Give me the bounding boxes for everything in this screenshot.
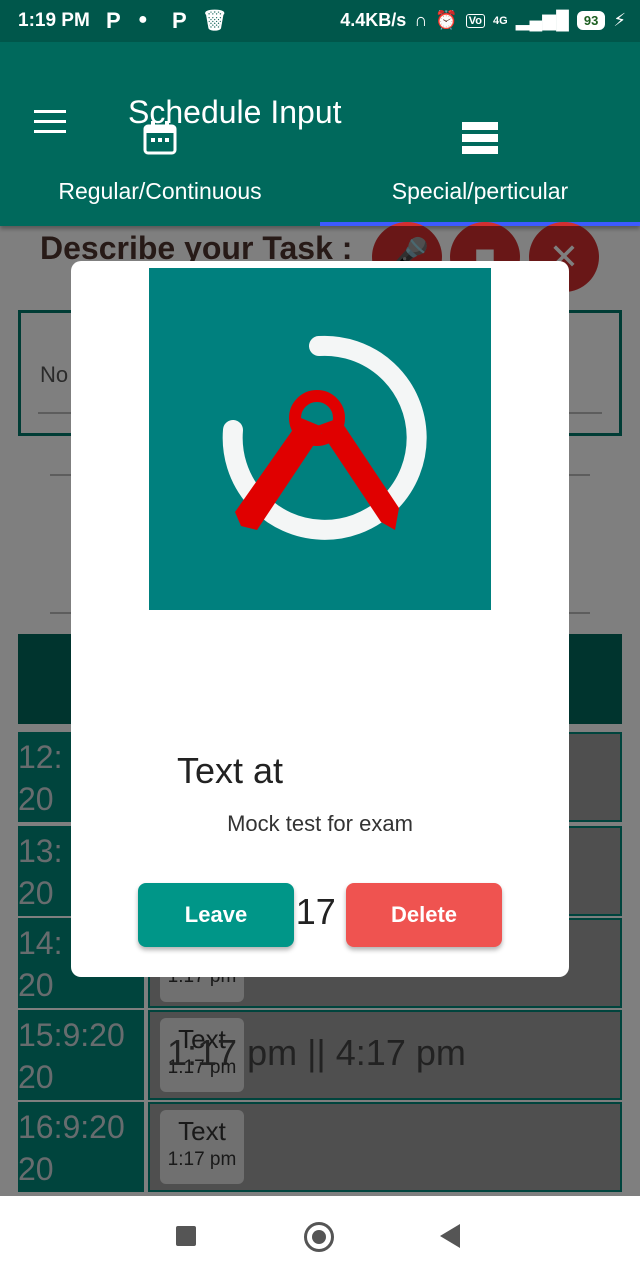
dialog-title-line3: 1:17 pm || 4:17 pm [167, 1032, 466, 1073]
battery-indicator: 93 [576, 11, 606, 30]
tab-regular-label: Regular/Continuous [58, 178, 262, 204]
delete-button[interactable]: Delete [346, 883, 502, 947]
app-logo [149, 268, 491, 610]
home-icon[interactable] [304, 1222, 334, 1252]
headphones-icon: ∩ [414, 10, 428, 30]
notification-p-icon-2: P [172, 8, 187, 33]
back-icon[interactable] [440, 1224, 460, 1248]
screen: 1:19 PM P ● P 🗑 4.4KB/s ∩ ⏰ Vo 4G ▂▄▆█ 9… [0, 0, 640, 1280]
status-bar: 1:19 PM P ● P 🗑 4.4KB/s ∩ ⏰ Vo 4G ▂▄▆█ 9… [0, 0, 640, 42]
recents-icon[interactable] [176, 1226, 196, 1246]
alarm-icon: ⏰ [435, 10, 458, 30]
system-nav-bar [0, 1196, 640, 1280]
app-bar: Schedule Input Regular/Continuous Specia… [0, 42, 640, 226]
task-dialog: Text at Time: 1:17 pm 1:17 pm || 4:17 pm… [71, 261, 569, 1073]
status-time: 1:19 PM [18, 10, 90, 31]
notification-app-icon: ● [138, 11, 148, 28]
status-right-group: 4.4KB/s ∩ ⏰ Vo 4G ▂▄▆█ 93 ⚡ [340, 10, 626, 31]
tab-regular[interactable]: Regular/Continuous [0, 110, 320, 220]
dialog-title-line1: Text at [177, 750, 284, 791]
trash-icon: 🗑 [202, 10, 228, 32]
tab-special-label: Special/perticular [391, 178, 569, 204]
leave-button[interactable]: Leave [138, 883, 294, 947]
notification-p-icon: P [106, 8, 121, 33]
list-icon [462, 122, 498, 154]
network-type: 4G [493, 14, 508, 27]
net-speed: 4.4KB/s [340, 10, 407, 30]
compass-logo-icon [222, 335, 427, 540]
dialog-description: Mock test for exam [227, 811, 413, 836]
volte-icon: Vo [465, 13, 485, 28]
signal-icon: ▂▄▆█ [515, 10, 569, 30]
charging-icon: ⚡ [613, 10, 626, 30]
calendar-icon [143, 121, 177, 155]
tab-special[interactable]: Special/perticular [320, 110, 640, 220]
